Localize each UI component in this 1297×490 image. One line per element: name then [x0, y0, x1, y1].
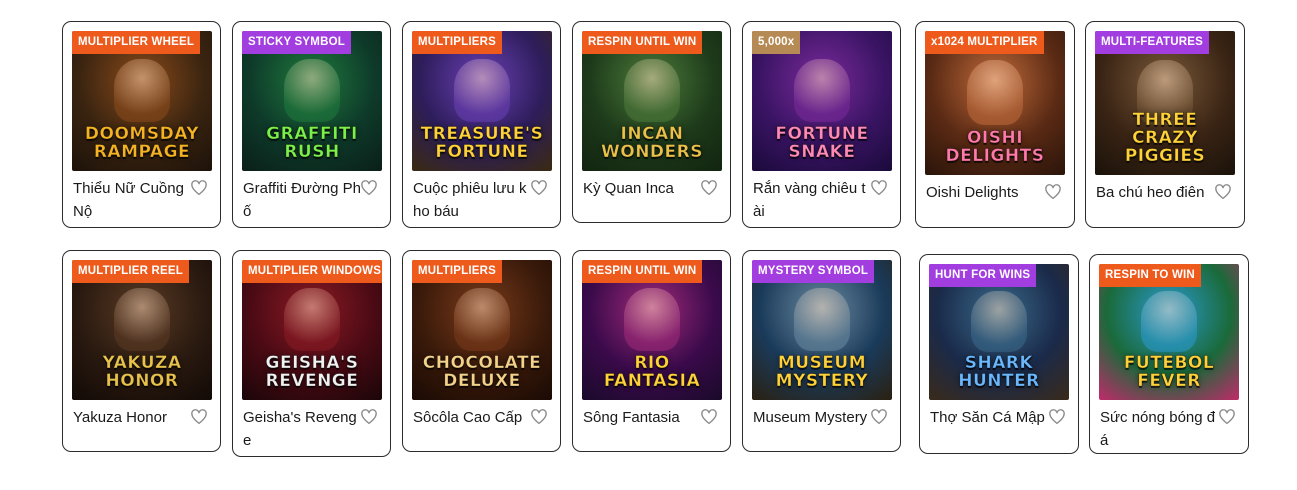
favorite-heart-icon[interactable] — [870, 408, 888, 426]
game-title[interactable]: Sức nóng bóng đá — [1100, 406, 1218, 452]
game-character-art — [454, 288, 510, 351]
game-card[interactable]: FUTEBOL FEVER RESPIN TO WIN Sức nóng bóng … — [1089, 254, 1249, 454]
game-title[interactable]: Kỳ Quan Inca — [583, 177, 701, 200]
game-card[interactable]: FORTUNE SNAKE 5,000x Rắn vàng chiêu tài — [742, 21, 901, 228]
favorite-heart-icon[interactable] — [700, 179, 718, 197]
game-character-art — [967, 59, 1023, 125]
game-card[interactable]: THREE CRAZY PIGGIES MULTI-FEATURES Ba chú … — [1085, 21, 1245, 228]
game-thumbnail[interactable]: INCAN WONDERS RESPIN UNTIL WIN — [582, 31, 722, 171]
game-logo: GEISHA'S REVENGE — [265, 353, 359, 391]
game-logo: RIO FANTASIA — [603, 353, 701, 391]
favorite-heart-icon[interactable] — [360, 179, 378, 197]
game-logo: TREASURE'S FORTUNE — [420, 124, 544, 162]
feature-badge: RESPIN UNTIL WIN — [582, 260, 703, 283]
feature-badge: MULTIPLIERS — [412, 260, 503, 283]
feature-badge: MYSTERY SYMBOL — [752, 260, 875, 283]
favorite-heart-icon[interactable] — [1048, 408, 1066, 426]
game-thumbnail[interactable]: OISHI DELIGHTS x1024 MULTIPLIER — [925, 31, 1065, 175]
game-card[interactable]: SHARK HUNTER HUNT FOR WINS Thợ Săn Cá Mập — [919, 254, 1079, 454]
feature-badge: MULTIPLIER WINDOWS — [242, 260, 382, 283]
game-logo: FUTEBOL FEVER — [1123, 353, 1215, 391]
game-title[interactable]: Cuộc phiêu lưu kho báu — [413, 177, 531, 223]
feature-badge: STICKY SYMBOL — [242, 31, 351, 54]
game-card[interactable]: CHOCOLATE DELUXE MULTIPLIERS Sôcôla Cao Cấ… — [402, 250, 561, 452]
game-character-art — [794, 59, 850, 122]
game-logo: GRAFFITI RUSH — [266, 124, 358, 162]
feature-badge: 5,000x — [752, 31, 801, 54]
game-character-art — [114, 288, 170, 351]
feature-badge: RESPIN TO WIN — [1099, 264, 1201, 287]
game-title[interactable]: Rắn vàng chiêu tài — [753, 177, 871, 223]
game-title[interactable]: Graffiti Đường Phố — [243, 177, 361, 223]
game-character-art — [454, 59, 510, 122]
game-thumbnail[interactable]: YAKUZA HONOR MULTIPLIER REEL — [72, 260, 212, 400]
game-logo: MUSEUM MYSTERY — [775, 353, 869, 391]
game-title[interactable]: Yakuza Honor — [73, 406, 191, 429]
game-title[interactable]: Oishi Delights — [926, 181, 1044, 204]
game-thumbnail[interactable]: FORTUNE SNAKE 5,000x — [752, 31, 892, 171]
feature-badge: x1024 MULTIPLIER — [925, 31, 1044, 54]
game-title[interactable]: Sôcôla Cao Cấp — [413, 406, 531, 429]
favorite-heart-icon[interactable] — [1218, 408, 1236, 426]
game-title[interactable]: Museum Mystery — [753, 406, 871, 429]
game-character-art — [284, 288, 340, 351]
game-title[interactable]: Geisha's Revenge — [243, 406, 361, 452]
game-card[interactable]: INCAN WONDERS RESPIN UNTIL WIN Kỳ Quan Inc… — [572, 21, 731, 223]
game-title[interactable]: Ba chú heo điên — [1096, 181, 1214, 204]
favorite-heart-icon[interactable] — [1044, 183, 1062, 201]
game-character-art — [114, 59, 170, 122]
game-character-art — [624, 59, 680, 122]
feature-badge: RESPIN UNTIL WIN — [582, 31, 703, 54]
game-logo: OISHI DELIGHTS — [945, 128, 1045, 166]
favorite-heart-icon[interactable] — [190, 408, 208, 426]
game-card[interactable]: MUSEUM MYSTERY MYSTERY SYMBOL Museum Myste… — [742, 250, 901, 452]
game-logo: THREE CRAZY PIGGIES — [1124, 110, 1206, 166]
favorite-heart-icon[interactable] — [190, 179, 208, 197]
game-card[interactable]: YAKUZA HONOR MULTIPLIER REEL Yakuza Honor — [62, 250, 221, 452]
game-character-art — [1141, 291, 1197, 353]
game-thumbnail[interactable]: THREE CRAZY PIGGIES MULTI-FEATURES — [1095, 31, 1235, 175]
favorite-heart-icon[interactable] — [1214, 183, 1232, 201]
game-card[interactable]: GEISHA'S REVENGE MULTIPLIER WINDOWS Geisha… — [232, 250, 391, 457]
game-logo: YAKUZA HONOR — [102, 353, 182, 391]
game-thumbnail[interactable]: SHARK HUNTER HUNT FOR WINS — [929, 264, 1069, 400]
feature-badge: MULTIPLIERS — [412, 31, 503, 54]
game-card[interactable]: GRAFFITI RUSH STICKY SYMBOL Graffiti Đường… — [232, 21, 391, 228]
feature-badge: HUNT FOR WINS — [929, 264, 1037, 287]
game-thumbnail[interactable]: DOOMSDAY RAMPAGE MULTIPLIER WHEEL — [72, 31, 212, 171]
feature-badge: MULTIPLIER WHEEL — [72, 31, 201, 54]
game-card[interactable]: TREASURE'S FORTUNE MULTIPLIERS Cuộc phiêu … — [402, 21, 561, 228]
feature-badge: MULTI-FEATURES — [1095, 31, 1210, 54]
game-logo: DOOMSDAY RAMPAGE — [84, 124, 200, 162]
favorite-heart-icon[interactable] — [530, 408, 548, 426]
game-character-art — [624, 288, 680, 351]
game-card[interactable]: RIO FANTASIA RESPIN UNTIL WIN Sông Fantasi… — [572, 250, 731, 452]
game-card[interactable]: DOOMSDAY RAMPAGE MULTIPLIER WHEEL Thiểu Nữ… — [62, 21, 221, 228]
game-card[interactable]: OISHI DELIGHTS x1024 MULTIPLIER Oishi Deli… — [915, 21, 1075, 228]
game-thumbnail[interactable]: CHOCOLATE DELUXE MULTIPLIERS — [412, 260, 552, 400]
game-thumbnail[interactable]: TREASURE'S FORTUNE MULTIPLIERS — [412, 31, 552, 171]
game-logo: FORTUNE SNAKE — [775, 124, 869, 162]
favorite-heart-icon[interactable] — [870, 179, 888, 197]
game-thumbnail[interactable]: FUTEBOL FEVER RESPIN TO WIN — [1099, 264, 1239, 400]
game-logo: SHARK HUNTER — [958, 353, 1040, 391]
game-title[interactable]: Sông Fantasia — [583, 406, 701, 429]
favorite-heart-icon[interactable] — [700, 408, 718, 426]
game-thumbnail[interactable]: RIO FANTASIA RESPIN UNTIL WIN — [582, 260, 722, 400]
favorite-heart-icon[interactable] — [530, 179, 548, 197]
game-logo: INCAN WONDERS — [601, 124, 703, 162]
game-character-art — [794, 288, 850, 351]
game-thumbnail[interactable]: GEISHA'S REVENGE MULTIPLIER WINDOWS — [242, 260, 382, 400]
game-thumbnail[interactable]: GRAFFITI RUSH STICKY SYMBOL — [242, 31, 382, 171]
feature-badge: MULTIPLIER REEL — [72, 260, 190, 283]
favorite-heart-icon[interactable] — [360, 408, 378, 426]
game-title[interactable]: Thiểu Nữ Cuồng Nộ — [73, 177, 191, 223]
game-character-art — [971, 291, 1027, 353]
game-thumbnail[interactable]: MUSEUM MYSTERY MYSTERY SYMBOL — [752, 260, 892, 400]
game-logo: CHOCOLATE DELUXE — [422, 353, 542, 391]
game-title[interactable]: Thợ Săn Cá Mập — [930, 406, 1048, 429]
game-character-art — [284, 59, 340, 122]
